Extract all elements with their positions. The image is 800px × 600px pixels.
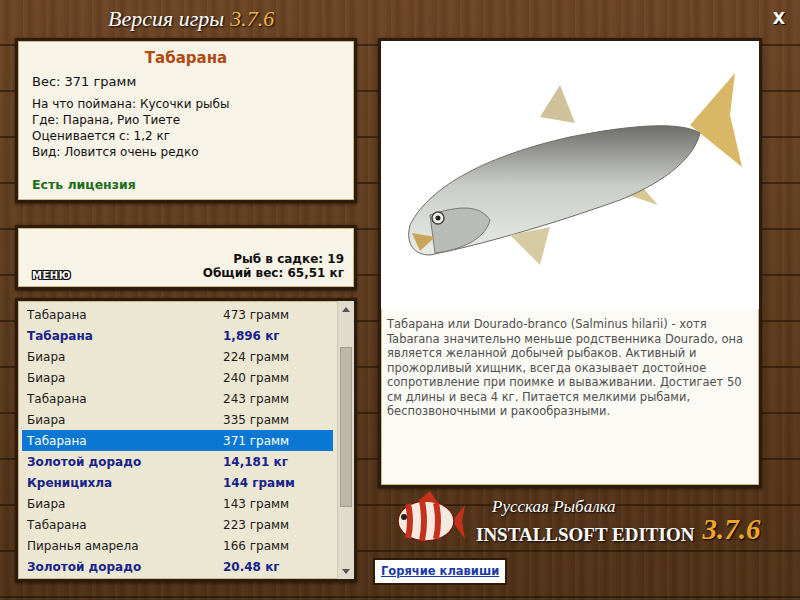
summary-stats: Рыб в садке: 19Общий вес: 65,51 кг <box>203 232 344 280</box>
catch-list: Табарана473 граммТабарана1,896 кгБиара22… <box>15 298 357 582</box>
brand-version: 3.7.6 <box>702 515 760 544</box>
catch-name: Биара <box>22 369 223 387</box>
brand-edition-line: INSTALLSOFT EDITION 3.7.6 <box>476 515 760 544</box>
catch-name: Биара <box>22 348 223 366</box>
catch-row[interactable]: Табарана1,896 кг <box>22 325 333 346</box>
brand-title: Русская Рыбалка <box>492 498 760 515</box>
fish-name: Табарана <box>32 47 340 70</box>
header: Версия игры3.7.6 X <box>15 0 792 38</box>
catch-row[interactable]: Золотой дорадо20.48 кг <box>22 556 333 577</box>
fish-detail: Вид: Ловится очень редко <box>32 144 340 160</box>
catch-rows: Табарана473 граммТабарана1,896 кгБиара22… <box>18 301 337 579</box>
catch-weight: 20.48 кг <box>223 558 333 576</box>
brand-text: Русская Рыбалка INSTALLSOFT EDITION 3.7.… <box>476 498 760 544</box>
close-button[interactable]: X <box>768 8 790 30</box>
catch-row[interactable]: Пиранья амарела166 грамм <box>22 535 333 556</box>
button-row: Горячие клавиши <box>378 554 762 585</box>
catch-weight: 1,896 кг <box>223 327 333 345</box>
fish-detail: Вес: 371 грамм <box>32 74 340 90</box>
catch-row[interactable]: Табарана243 грамм <box>22 388 333 409</box>
down-arrow-icon <box>342 569 350 574</box>
fish-picture <box>381 41 759 309</box>
catch-weight: 240 грамм <box>223 369 333 387</box>
license-status: Есть лицензия <box>32 176 340 195</box>
fish-detail: На что поймана: Кусочки рыбы <box>32 96 340 112</box>
brand-edition: INSTALLSOFT EDITION <box>476 525 694 544</box>
catch-row[interactable]: Табарана473 грамм <box>22 304 333 325</box>
hotkeys-button[interactable]: Горячие клавиши <box>373 558 507 585</box>
catch-name: Золотой дорадо <box>22 453 223 471</box>
catch-name: Табарана <box>22 516 223 534</box>
catch-weight: 223 грамм <box>223 516 333 534</box>
catch-row[interactable]: Биара335 грамм <box>22 409 333 430</box>
fish-picture-icon <box>390 55 750 295</box>
catch-weight: 335 грамм <box>223 411 333 429</box>
catch-weight: 143 грамм <box>223 495 333 513</box>
catch-name: Табарана <box>22 327 223 345</box>
catch-row[interactable]: Табарана223 грамм <box>22 514 333 535</box>
catch-weight: 224 грамм <box>223 348 333 366</box>
catch-name: Табарана <box>22 432 223 450</box>
catch-weight: 243 грамм <box>223 390 333 408</box>
catch-name: Табарана <box>22 390 223 408</box>
fish-count: Рыб в садке: 19 <box>203 252 344 266</box>
catch-name: Пиранья амарела <box>22 537 223 555</box>
catch-weight: 473 грамм <box>223 306 333 324</box>
menu-button[interactable]: МЕНЮ <box>30 268 73 283</box>
catch-name: Биара <box>22 495 223 513</box>
catch-name: Табарана <box>22 306 223 324</box>
brand: Русская Рыбалка INSTALLSOFT EDITION 3.7.… <box>378 488 762 554</box>
fish-detail: Где: Парана, Рио Тиете <box>32 112 340 128</box>
catch-weight: 144 грамм <box>223 474 333 492</box>
fish-description: Табарана или Dourado-branco (Salminus hi… <box>381 309 759 427</box>
scrollbar[interactable] <box>337 301 354 579</box>
fish-detail: Оценивается с: 1,2 кг <box>32 128 340 144</box>
title-text: Версия игры <box>108 6 224 31</box>
scroll-track[interactable] <box>338 317 354 563</box>
catch-name: Золотой дорадо <box>22 558 223 576</box>
summary-panel: МЕНЮ Рыб в садке: 19Общий вес: 65,51 кг <box>15 225 357 290</box>
catch-row[interactable]: Биара143 грамм <box>22 493 333 514</box>
catch-weight: 371 грамм <box>223 432 333 450</box>
scroll-thumb[interactable] <box>340 347 352 507</box>
window-title: Версия игры3.7.6 <box>108 0 274 38</box>
scroll-up-button[interactable] <box>338 301 354 317</box>
fish-info-panel: Табарана Вес: 371 грамм На что поймана: Ку… <box>15 38 357 203</box>
catch-row[interactable]: Биара240 грамм <box>22 367 333 388</box>
title-version: 3.7.6 <box>230 6 274 31</box>
up-arrow-icon <box>342 307 350 312</box>
catch-row[interactable]: Золотой дорадо14,181 кг <box>22 451 333 472</box>
catch-weight: 166 грамм <box>223 537 333 555</box>
logo-fish-icon <box>390 491 466 551</box>
total-weight: Общий вес: 65,51 кг <box>203 266 344 280</box>
content: Табарана Вес: 371 грамм На что поймана: Ку… <box>15 38 792 585</box>
catch-row[interactable]: Креницихла144 грамм <box>22 472 333 493</box>
catch-row[interactable]: Биара224 грамм <box>22 346 333 367</box>
fish-viewer: Табарана или Dourado-branco (Salminus hi… <box>378 38 762 488</box>
game-window: Версия игры3.7.6 X ТабаранаВес: 371 грам… <box>0 0 800 600</box>
catch-row[interactable]: Табарана371 грамм <box>22 430 333 451</box>
catch-name: Креницихла <box>22 474 223 492</box>
scroll-down-button[interactable] <box>338 563 354 579</box>
right-column: Табарана или Dourado-branco (Salminus hi… <box>378 38 762 585</box>
left-column: Табарана Вес: 371 грамм На что поймана: Ку… <box>15 38 357 585</box>
catch-weight: 14,181 кг <box>223 453 333 471</box>
catch-name: Биара <box>22 411 223 429</box>
